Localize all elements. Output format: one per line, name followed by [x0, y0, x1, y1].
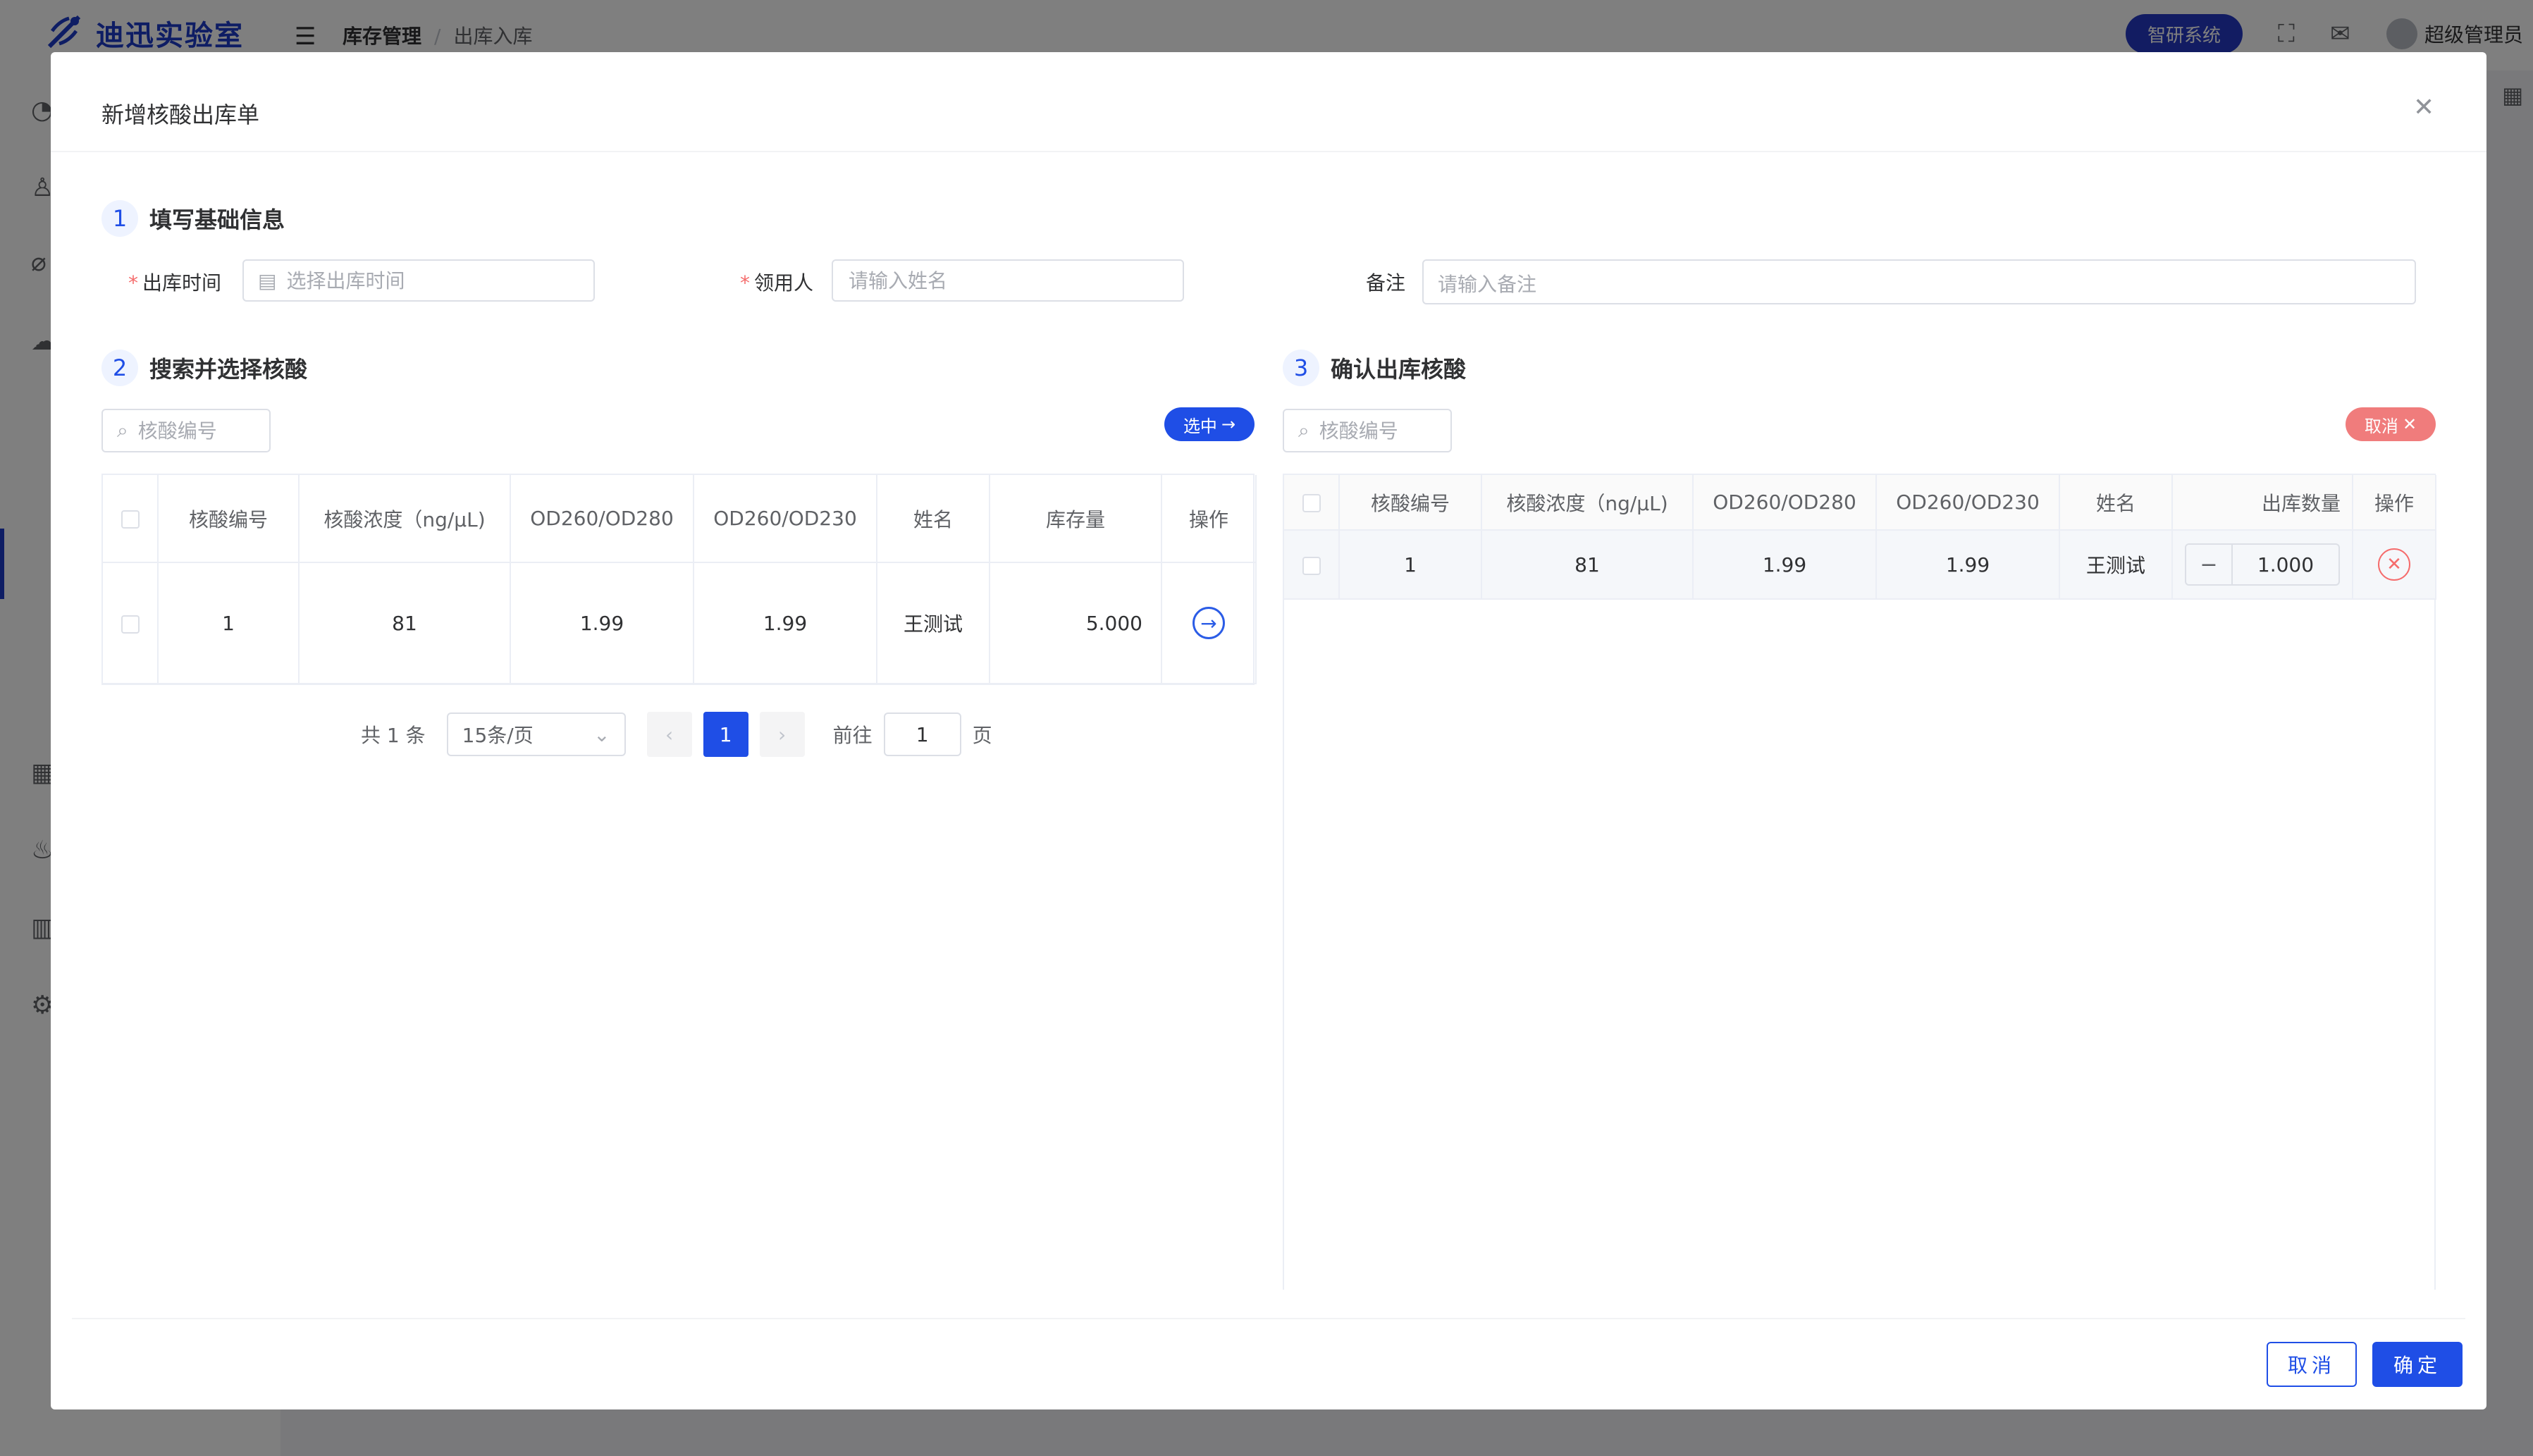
cancel-button[interactable]: 取消 — [2267, 1342, 2357, 1387]
step2-title: 搜索并选择核酸 — [149, 356, 308, 383]
dialog-footer-divider — [72, 1318, 2465, 1319]
selected-nucleic-table: 核酸编号 核酸浓度（ng/μL) OD260/OD280 OD260/OD230… — [1283, 474, 2436, 1290]
receiver-label: * 领用人 — [740, 271, 814, 295]
concentration-cell: 81 — [299, 562, 511, 684]
name-cell: 王测试 — [877, 562, 990, 684]
column-header: 操作 — [2353, 475, 2436, 531]
row-checkbox[interactable] — [1302, 556, 1321, 575]
name-cell: 王测试 — [2059, 530, 2173, 600]
od230-cell: 1.99 — [1876, 530, 2060, 600]
out-time-input[interactable] — [285, 268, 579, 293]
remark-field[interactable] — [1422, 259, 2416, 304]
calendar-icon: ▤ — [258, 269, 277, 292]
select-all-checkbox[interactable] — [1302, 494, 1321, 512]
step1-number: 1 — [101, 200, 138, 237]
step3-heading: 3 确认出库核酸 — [1283, 350, 1466, 386]
page-number-current[interactable]: 1 — [703, 712, 748, 757]
cancel-selection-label: 取消 — [2364, 416, 2398, 436]
search-icon: ⌕ — [117, 419, 128, 442]
search-icon: ⌕ — [1298, 419, 1309, 442]
concentration-cell: 81 — [1481, 530, 1694, 600]
row-checkbox-cell — [1284, 530, 1340, 600]
receiver-field[interactable] — [832, 259, 1184, 302]
step3-number: 3 — [1283, 350, 1319, 386]
page-size-select[interactable]: 15条/页 ⌄ — [446, 712, 626, 756]
od280-cell: 1.99 — [510, 562, 694, 684]
out-time-picker[interactable]: ▤ — [242, 259, 595, 302]
prev-page-button[interactable]: ‹ — [646, 712, 692, 757]
close-icon: ✕ — [2402, 414, 2417, 434]
row-checkbox[interactable] — [121, 615, 140, 634]
right-search-field[interactable]: ⌕ — [1283, 409, 1452, 452]
action-cell: → — [1161, 562, 1257, 684]
step2-number: 2 — [101, 350, 138, 386]
column-header: 核酸编号 — [1339, 475, 1482, 531]
left-search-input[interactable] — [136, 418, 255, 443]
page-size-value: 15条/页 — [462, 724, 534, 747]
column-header: 出库数量 — [2172, 475, 2353, 531]
table-row[interactable]: 1 81 1.99 1.99 王测试 5.000 → — [103, 562, 1257, 684]
confirm-button[interactable]: 确定 — [2372, 1342, 2463, 1387]
quantity-cell: − 1.000 — [2172, 530, 2353, 600]
out-time-label: * 出库时间 — [128, 271, 222, 295]
dialog-title: 新增核酸出库单 — [101, 101, 260, 128]
nucleic-id-cell: 1 — [1339, 530, 1482, 600]
left-search-field[interactable]: ⌕ — [101, 409, 271, 452]
column-header: 核酸编号 — [158, 475, 300, 563]
cancel-selection-button[interactable]: 取消 ✕ — [2346, 407, 2436, 441]
candidate-nucleic-table: 核酸编号 核酸浓度（ng/μL) OD260/OD280 OD260/OD230… — [101, 474, 1257, 685]
stock-cell: 5.000 — [990, 562, 1162, 684]
goto-label: 前往 — [832, 724, 873, 747]
move-right-icon[interactable]: → — [1192, 607, 1225, 639]
column-header: 姓名 — [2059, 475, 2173, 531]
close-icon[interactable]: ✕ — [2413, 93, 2434, 122]
step2-heading: 2 搜索并选择核酸 — [101, 350, 307, 386]
column-header: 姓名 — [877, 475, 990, 563]
column-header: OD260/OD280 — [510, 475, 694, 563]
select-all-checkbox[interactable] — [121, 510, 140, 529]
select-button[interactable]: 选中 → — [1164, 407, 1255, 441]
table-row[interactable]: 1 81 1.99 1.99 王测试 − 1.000 ✕ — [1284, 530, 2436, 600]
column-header: OD260/OD230 — [1876, 475, 2060, 531]
pagination: 共 1 条 15条/页 ⌄ ‹ 1 › 前往 1 页 — [361, 712, 992, 757]
goto-page-suffix: 页 — [972, 724, 992, 747]
right-search-input[interactable] — [1317, 418, 1436, 443]
goto-page-input[interactable]: 1 — [883, 712, 961, 756]
header-checkbox-cell — [1284, 475, 1340, 531]
chevron-down-icon: ⌄ — [593, 722, 610, 746]
step1-title: 填写基础信息 — [149, 206, 285, 233]
row-checkbox-cell — [103, 562, 159, 684]
step3-title: 确认出库核酸 — [1331, 356, 1467, 383]
select-button-label: 选中 — [1183, 416, 1217, 436]
header-checkbox-cell — [103, 475, 159, 563]
dialog-header-divider — [51, 151, 2486, 152]
next-page-button[interactable]: › — [759, 712, 805, 757]
action-cell: ✕ — [2353, 530, 2436, 600]
od280-cell: 1.99 — [1693, 530, 1877, 600]
quantity-stepper[interactable]: − 1.000 — [2185, 543, 2340, 586]
pagination-total: 共 1 条 — [361, 724, 426, 747]
create-nucleic-outbound-dialog: 新增核酸出库单 ✕ 1 填写基础信息 *出库时间 ▤ *领用人 备注 2 搜索并… — [51, 52, 2486, 1409]
column-header: 核酸浓度（ng/μL) — [299, 475, 511, 563]
od230-cell: 1.99 — [694, 562, 877, 684]
decrement-icon[interactable]: − — [2186, 545, 2233, 584]
remove-row-icon[interactable]: ✕ — [2378, 548, 2410, 581]
column-header: 核酸浓度（ng/μL) — [1481, 475, 1694, 531]
step1-heading: 1 填写基础信息 — [101, 200, 285, 237]
nucleic-id-cell: 1 — [158, 562, 300, 684]
column-header: 库存量 — [990, 475, 1162, 563]
column-header: 操作 — [1161, 475, 1257, 563]
arrow-right-icon: → — [1221, 414, 1236, 434]
column-header: OD260/OD280 — [1693, 475, 1877, 531]
remark-label: 备注 — [1366, 271, 1406, 295]
column-header: OD260/OD230 — [694, 475, 877, 563]
remark-textarea[interactable] — [1424, 261, 2415, 303]
quantity-value[interactable]: 1.000 — [2233, 545, 2338, 584]
receiver-input[interactable] — [847, 268, 1169, 293]
